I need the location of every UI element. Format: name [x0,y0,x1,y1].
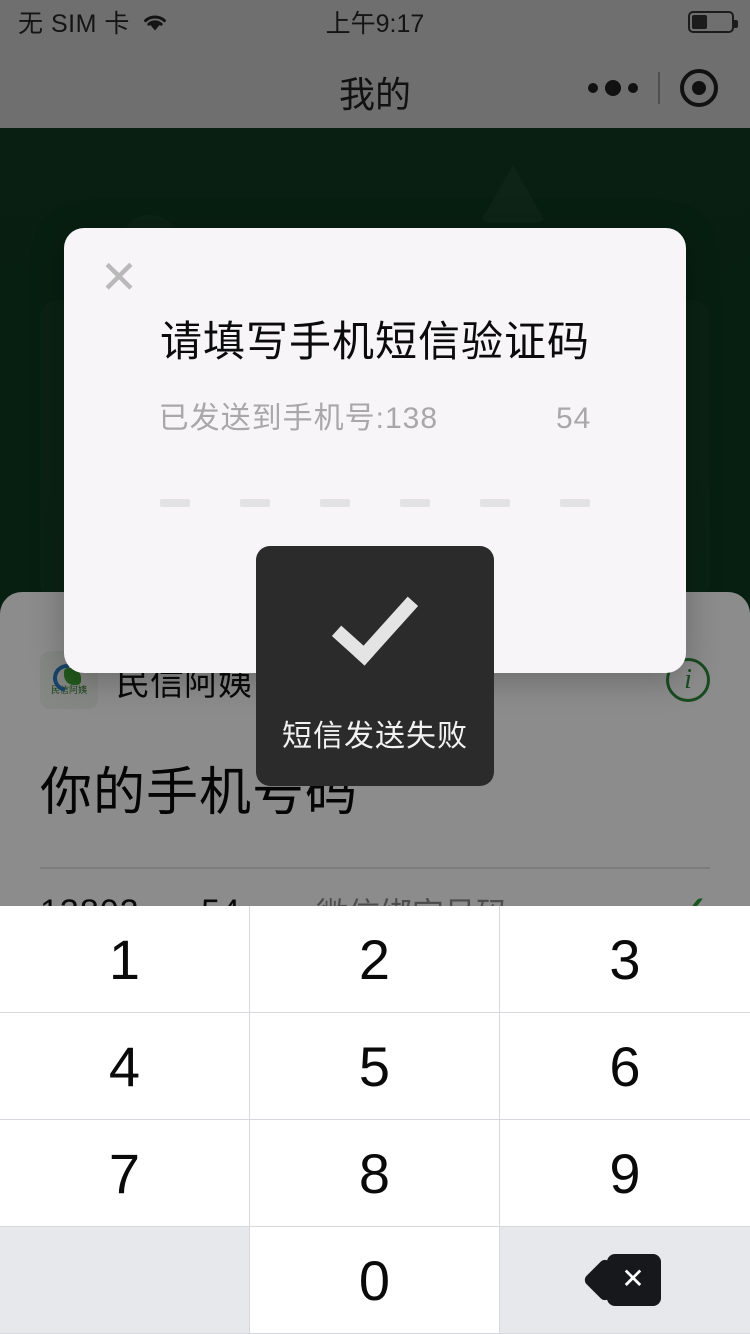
capsule-divider [658,72,660,104]
numeric-keypad: 1 2 3 4 5 6 7 8 9 0 ✕ [0,906,750,1334]
status-bar: 无 SIM 卡 上午9:17 [0,0,750,44]
check-mark-icon [315,573,435,693]
check-mark-shape [331,576,419,666]
backspace-icon: ✕ [582,1254,661,1306]
key-2[interactable]: 2 [250,906,500,1013]
status-bar-time: 上午9:17 [325,10,425,38]
target-circle-icon[interactable] [680,69,718,107]
modal-title: 请填写手机短信验证码 [159,318,590,365]
dot [588,83,598,93]
toast-text: 短信发送失败 [282,720,468,753]
key-6[interactable]: 6 [500,1013,750,1120]
target-center [692,81,706,95]
key-3[interactable]: 3 [500,906,750,1013]
battery-icon [688,11,738,33]
code-cell[interactable] [160,499,190,507]
modal-subtitle-prefix: 已发送到手机号:138 [158,402,438,435]
code-cell[interactable] [560,499,590,507]
navigation-bar: 我的 [0,44,750,128]
key-9[interactable]: 9 [500,1120,750,1227]
code-cell[interactable] [480,499,510,507]
backspace-key[interactable]: ✕ [500,1227,750,1334]
key-0[interactable]: 0 [250,1227,500,1334]
status-bar-right [688,11,738,33]
modal-subtitle: 已发送到手机号:138 54 [64,393,686,437]
dot [628,83,638,93]
backspace-x: ✕ [621,1263,645,1294]
modal-subtitle-suffix: 54 [556,402,592,435]
key-5[interactable]: 5 [250,1013,500,1120]
close-icon[interactable]: ✕ [92,250,146,304]
code-cell[interactable] [400,499,430,507]
key-1[interactable]: 1 [0,906,250,1013]
code-cell[interactable] [320,499,350,507]
toast-message: 短信发送失败 [256,546,494,786]
more-dots-icon[interactable] [588,80,638,96]
key-blank [0,1227,250,1334]
app-screen: 民信阿姨 民信阿姨 申请使用 i 你的手机号码 13802·····54 微信绑… [0,0,750,1334]
key-7[interactable]: 7 [0,1120,250,1227]
dot [605,80,621,96]
mini-program-capsule [578,64,728,112]
key-4[interactable]: 4 [0,1013,250,1120]
code-cell[interactable] [240,499,270,507]
verification-code-input[interactable] [64,499,686,507]
battery-fill [692,15,708,29]
key-8[interactable]: 8 [250,1120,500,1227]
